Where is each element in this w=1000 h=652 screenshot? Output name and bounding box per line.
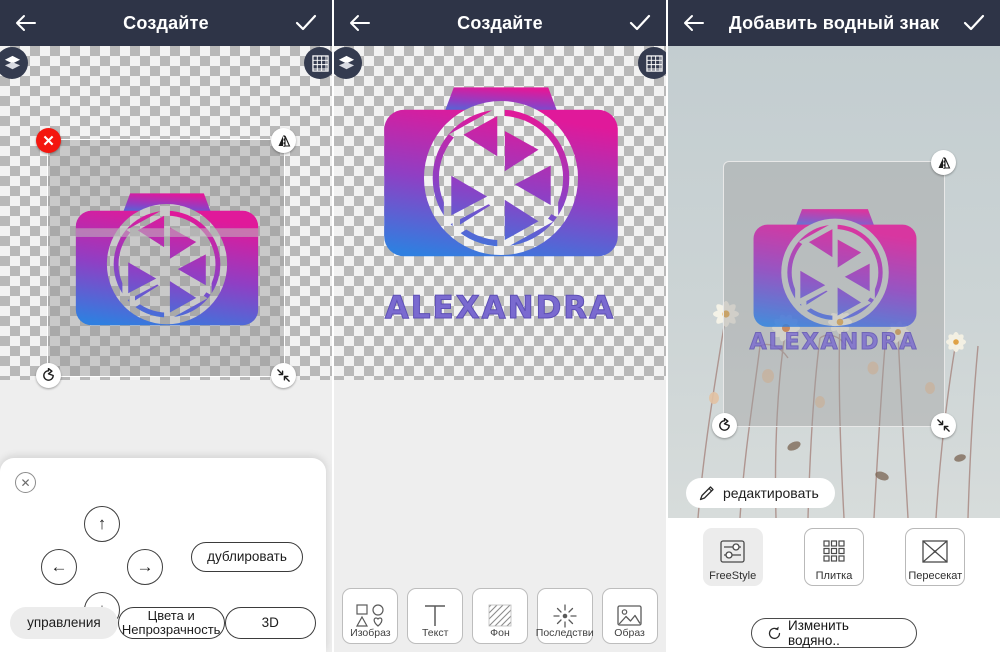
- canvas-toolbar: [0, 46, 332, 80]
- app-header: Создайте: [334, 0, 666, 46]
- watermark-frame[interactable]: ALEXANDRA: [712, 150, 956, 438]
- rotate-handle[interactable]: [712, 413, 737, 438]
- camera-logo-svg: [753, 209, 917, 327]
- sliders-icon: [719, 539, 746, 564]
- app-header: Добавить водный знак: [668, 0, 1000, 46]
- rotate-handle[interactable]: [36, 363, 61, 388]
- tool-image[interactable]: Образ: [601, 588, 658, 644]
- mode-freestyle[interactable]: FreeStyle: [702, 528, 763, 586]
- edit-button[interactable]: редактировать: [686, 478, 835, 508]
- canvas-toolbar: [334, 46, 666, 80]
- arrow-up-icon[interactable]: ↑: [84, 506, 120, 542]
- page-title: Создайте: [457, 12, 543, 33]
- tool-text[interactable]: Текст: [407, 588, 464, 644]
- refresh-icon: [766, 625, 783, 642]
- tool-effects[interactable]: Последстви: [535, 588, 594, 644]
- editor-canvas[interactable]: ✕: [0, 46, 332, 388]
- tool-label: Текст: [421, 627, 449, 639]
- app-header: Создайте: [0, 0, 332, 46]
- camera-logo-svg: [75, 193, 259, 326]
- cross-square-icon: [921, 539, 949, 564]
- change-watermark-label: Изменить водяно..: [788, 618, 849, 648]
- edit-button-label: редактировать: [723, 485, 819, 501]
- panel-add-watermark: Добавить водный знак ALEXANDRA редактиро…: [668, 0, 1000, 652]
- transform-sheet: ✕ ↑ ← → ↓ дублировать управления Цвета и…: [0, 458, 326, 652]
- mode-label: Пересекат: [908, 570, 963, 582]
- pencil-icon: [698, 484, 716, 502]
- layers-stack-icon[interactable]: [334, 47, 362, 79]
- resize-handle[interactable]: [271, 363, 296, 388]
- mode-intersect[interactable]: Пересекат: [905, 528, 966, 586]
- duplicate-button[interactable]: дублировать: [191, 542, 303, 572]
- check-icon[interactable]: [962, 13, 986, 33]
- tools-toolbar: Изобраз Текст Фон Последстви Образ: [334, 588, 666, 644]
- layers-stack-icon[interactable]: [0, 47, 28, 79]
- arrow-left-icon[interactable]: [348, 13, 372, 33]
- tool-label: Образ: [614, 627, 645, 639]
- delete-handle[interactable]: ✕: [36, 128, 61, 153]
- watermark-mode-row: FreeStyle Плитка Пересекат: [668, 528, 1000, 586]
- change-watermark-button[interactable]: Изменить водяно..: [751, 618, 917, 648]
- mode-label: FreeStyle: [709, 570, 757, 582]
- selection-frame[interactable]: ✕: [36, 128, 296, 388]
- sheet-tabs: управления Цвета и Непрозрачность 3D: [10, 607, 316, 639]
- arrow-right-icon[interactable]: →: [127, 549, 163, 585]
- tool-label: Последстви: [535, 627, 594, 639]
- grid-icon[interactable]: [638, 47, 666, 79]
- flip-handle[interactable]: [931, 150, 956, 175]
- editor-canvas[interactable]: ALEXANDRA: [334, 46, 666, 380]
- page-title: Создайте: [123, 12, 209, 33]
- logo-wordmark: ALEXANDRA: [749, 330, 919, 356]
- tab-colors-opacity[interactable]: Цвета и Непрозрачность: [117, 607, 225, 639]
- check-icon[interactable]: [628, 13, 652, 33]
- resize-handle[interactable]: [931, 413, 956, 438]
- panel-create-transform: Создайте ✕ ✕ ↑ ← → дублировать управлени…: [0, 0, 334, 652]
- grid-icon[interactable]: [304, 47, 332, 79]
- screenshot-root: Создайте ✕ ✕ ↑ ← → дублировать управлени…: [0, 0, 1000, 652]
- mode-label: Плитка: [815, 570, 853, 582]
- tab-controls[interactable]: управления: [10, 607, 118, 639]
- arrow-left-icon[interactable]: ←: [41, 549, 77, 585]
- camera-logo: [748, 190, 922, 333]
- camera-logo[interactable]: [376, 60, 626, 265]
- tool-label: Фон: [490, 627, 510, 639]
- arrow-left-icon[interactable]: [682, 13, 706, 33]
- check-icon[interactable]: [294, 13, 318, 33]
- tool-label: Изобраз: [350, 627, 391, 639]
- tile-grid-icon: [821, 539, 847, 563]
- logo-wordmark: ALEXANDRA: [384, 290, 616, 327]
- tool-shapes[interactable]: Изобраз: [342, 588, 399, 644]
- panel-create-tools: Создайте ALEXANDRA Изобраз Текст Фон Пос…: [334, 0, 668, 652]
- arrow-left-icon[interactable]: [14, 13, 38, 33]
- camera-logo-svg: [384, 87, 618, 257]
- mode-tile[interactable]: Плитка: [803, 528, 864, 586]
- close-circle-icon[interactable]: ✕: [15, 472, 36, 493]
- tool-background[interactable]: Фон: [471, 588, 528, 644]
- photo-preview[interactable]: ALEXANDRA редактировать: [668, 46, 1000, 518]
- page-title: Добавить водный знак: [728, 12, 940, 33]
- flip-handle[interactable]: [271, 128, 296, 153]
- camera-logo: [70, 172, 264, 332]
- tab-3d[interactable]: 3D: [224, 607, 316, 639]
